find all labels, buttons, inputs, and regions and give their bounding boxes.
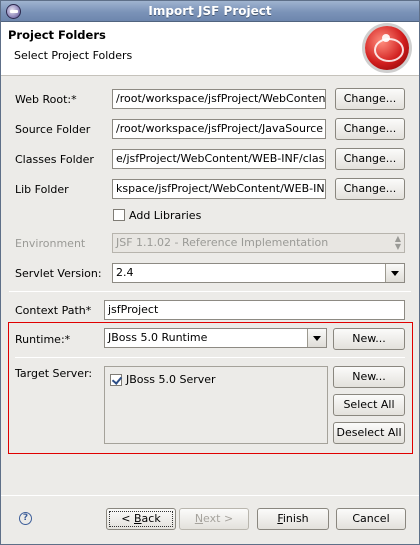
window-title: Import JSF Project — [148, 4, 272, 18]
page-subtitle: Select Project Folders — [14, 49, 133, 62]
servlet-version-select[interactable]: 2.4 — [112, 263, 405, 283]
jboss-server-label: JBoss 5.0 Server — [126, 373, 216, 386]
separator — [15, 357, 405, 358]
import-jsf-project-dialog: Import JSF Project Project Folders Selec… — [0, 0, 420, 545]
footer-separator — [1, 495, 419, 496]
environment-select: JSF 1.1.02 - Reference Implementation ▲ ▼ — [112, 233, 405, 253]
web-root-label: Web Root:* — [15, 93, 77, 106]
jsf-logo-icon — [365, 26, 409, 70]
runtime-new-button[interactable]: New... — [333, 328, 405, 350]
lib-folder-change-label: Change... — [343, 182, 397, 195]
separator — [9, 291, 411, 292]
jboss-server-checkbox[interactable] — [110, 374, 122, 386]
web-root-change-button[interactable]: Change... — [335, 88, 405, 110]
cancel-label: Cancel — [352, 512, 390, 525]
classes-folder-change-button[interactable]: Change... — [335, 148, 405, 170]
next-rest: ext > — [203, 512, 234, 525]
context-path-input[interactable]: jsfProject — [104, 300, 405, 320]
add-libraries-label: Add Libraries — [129, 209, 202, 222]
web-root-change-label: Change... — [343, 92, 397, 105]
deselect-all-button[interactable]: Deselect All — [333, 422, 405, 444]
next-mnemonic: N — [194, 512, 204, 525]
back-button[interactable]: < Back — [106, 508, 176, 530]
finish-button[interactable]: Finish — [257, 508, 329, 530]
back-mnemonic: B — [134, 512, 142, 525]
servlet-version-label: Servlet Version: — [15, 267, 102, 280]
cancel-button[interactable]: Cancel — [336, 508, 406, 530]
source-folder-change-label: Change... — [343, 122, 397, 135]
target-server-label: Target Server: — [15, 367, 93, 380]
target-server-list[interactable]: JBoss 5.0 Server — [104, 366, 328, 444]
lib-folder-label: Lib Folder — [15, 183, 69, 196]
title-bar[interactable]: Import JSF Project — [1, 1, 419, 22]
classes-folder-input[interactable]: e/jsfProject/WebContent/WEB-INF/classes — [112, 149, 326, 169]
back-rest: ack — [141, 512, 161, 525]
chevron-down-icon[interactable] — [307, 329, 326, 347]
source-folder-input[interactable]: /root/workspace/jsfProject/JavaSource — [112, 119, 326, 139]
chevron-down-icon[interactable] — [385, 264, 404, 282]
page-title: Project Folders — [8, 28, 106, 42]
wizard-header: Project Folders Select Project Folders — [1, 22, 419, 76]
lib-folder-input[interactable]: kspace/jsfProject/WebContent/WEB-INF/lib — [112, 179, 326, 199]
source-folder-label: Source Folder — [15, 123, 91, 136]
finish-rest: inish — [282, 512, 309, 525]
web-root-input[interactable]: /root/workspace/jsfProject/WebContent — [112, 89, 326, 109]
classes-folder-change-label: Change... — [343, 152, 397, 165]
lib-folder-change-button[interactable]: Change... — [335, 178, 405, 200]
add-libraries-checkbox[interactable] — [113, 209, 125, 221]
target-server-new-label: New... — [352, 370, 386, 383]
help-icon[interactable]: ? — [19, 512, 32, 525]
next-button[interactable]: Next > — [179, 508, 249, 530]
runtime-select[interactable]: JBoss 5.0 Runtime — [104, 328, 327, 348]
runtime-value: JBoss 5.0 Runtime — [108, 331, 208, 344]
deselect-all-label: Deselect All — [336, 426, 402, 439]
servlet-version-value: 2.4 — [116, 266, 134, 279]
runtime-new-label: New... — [352, 332, 386, 345]
select-all-label: Select All — [343, 398, 395, 411]
environment-value: JSF 1.1.02 - Reference Implementation — [116, 236, 329, 249]
source-folder-change-button[interactable]: Change... — [335, 118, 405, 140]
environment-label: Environment — [15, 237, 86, 250]
select-all-button[interactable]: Select All — [333, 394, 405, 416]
spinner-arrows-icon: ▲ ▼ — [394, 234, 401, 251]
context-path-label: Context Path* — [15, 304, 92, 317]
back-prefix: < — [121, 512, 134, 525]
target-server-new-button[interactable]: New... — [333, 366, 405, 388]
runtime-label: Runtime:* — [15, 333, 71, 346]
classes-folder-label: Classes Folder — [15, 153, 94, 166]
